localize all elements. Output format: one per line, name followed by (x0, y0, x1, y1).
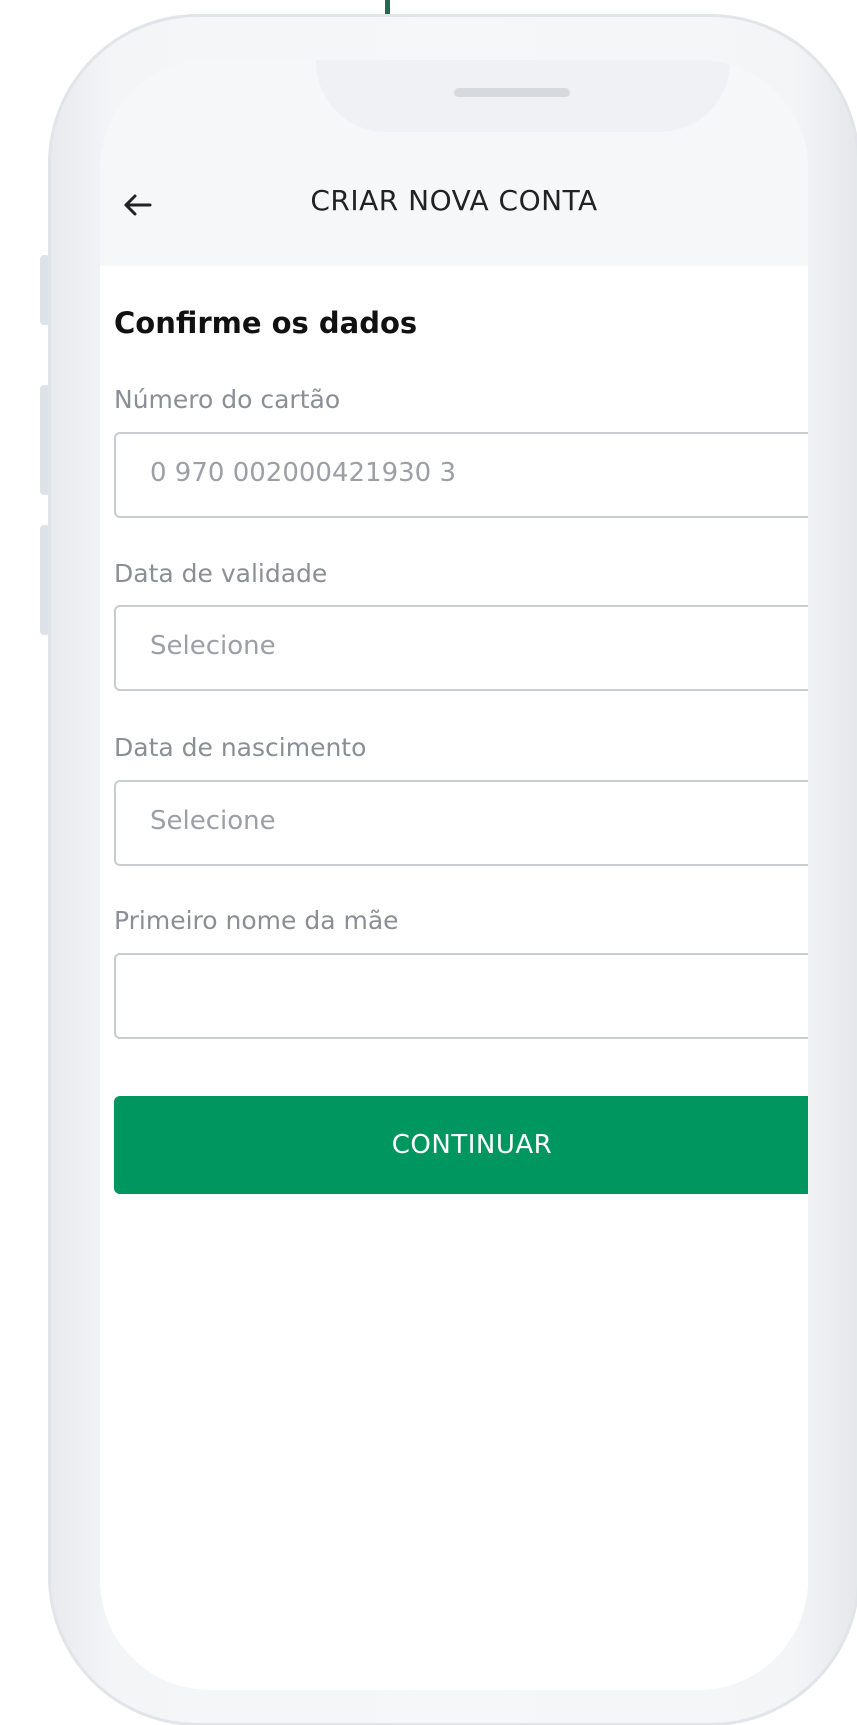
expiry-date-select[interactable]: Selecione (114, 605, 808, 691)
continue-button[interactable]: CONTINUAR (114, 1096, 808, 1194)
phone-frame: CRIAR NOVA CONTA Confirme os dados Númer… (48, 14, 857, 1725)
phone-speaker (454, 88, 570, 97)
expiry-date-label: Data de validade (114, 559, 328, 588)
page-title: CRIAR NOVA CONTA (310, 184, 598, 217)
section-title: Confirme os dados (114, 306, 418, 340)
phone-screen: CRIAR NOVA CONTA Confirme os dados Númer… (100, 60, 808, 1690)
birth-date-select[interactable]: Selecione (114, 780, 808, 866)
mother-name-label: Primeiro nome da mãe (114, 906, 399, 935)
card-number-field[interactable]: 0 970 002000421930 3 (114, 432, 808, 518)
card-number-label: Número do cartão (114, 385, 341, 414)
mother-name-field[interactable] (114, 953, 808, 1039)
card-number-value: 0 970 002000421930 3 (150, 458, 457, 488)
birth-date-placeholder: Selecione (150, 806, 276, 836)
birth-date-label: Data de nascimento (114, 733, 367, 762)
stage: CRIAR NOVA CONTA Confirme os dados Númer… (0, 0, 857, 1725)
home-area (100, 1660, 808, 1690)
app-header: CRIAR NOVA CONTA (100, 60, 808, 266)
expiry-date-placeholder: Selecione (150, 631, 276, 661)
phone-notch (316, 60, 730, 132)
